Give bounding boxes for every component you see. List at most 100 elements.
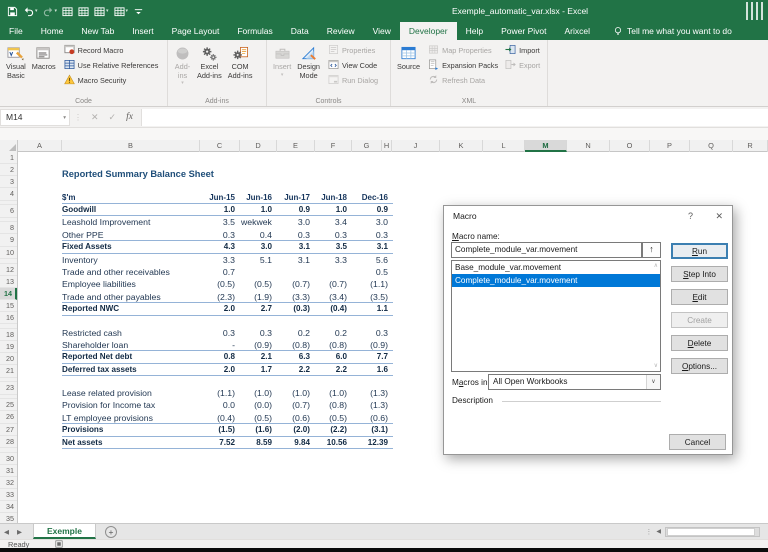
table-row-label[interactable]: Provisions bbox=[62, 424, 200, 435]
table-cell[interactable]: (1.1) bbox=[352, 278, 393, 290]
table-row-label[interactable]: Leashold Improvement bbox=[62, 216, 200, 228]
row-header-34[interactable]: 34 bbox=[0, 501, 17, 514]
ribbon-visual-basic-button[interactable]: Visual Basic bbox=[3, 42, 29, 95]
column-header-n[interactable]: N bbox=[567, 140, 610, 152]
table-cell[interactable]: 2.1 bbox=[240, 351, 277, 362]
name-box[interactable]: M14 ▾ bbox=[0, 108, 70, 126]
options-button[interactable]: Options... bbox=[671, 358, 728, 374]
table-cell[interactable]: (1.3) bbox=[352, 399, 393, 411]
menu-tab-page-layout[interactable]: Page Layout bbox=[163, 22, 229, 40]
ribbon-view-code-button[interactable]: View Code bbox=[328, 59, 378, 71]
macro-name-input[interactable]: Complete_module_var.movement bbox=[451, 242, 642, 258]
table-cell[interactable]: 3.0 bbox=[277, 216, 315, 228]
row-header-28[interactable]: 28 bbox=[0, 436, 17, 448]
row-header-19[interactable]: 19 bbox=[0, 341, 17, 354]
table-cell[interactable]: 1.6 bbox=[352, 364, 393, 375]
row-header-20[interactable]: 20 bbox=[0, 353, 17, 366]
table-row-label[interactable]: Trade and other receivables bbox=[62, 266, 200, 278]
table-column-header[interactable]: Dec-16 bbox=[352, 192, 393, 203]
table-cell[interactable]: (3.1) bbox=[352, 424, 393, 435]
table-cell[interactable]: (0.9) bbox=[240, 339, 277, 350]
table-row-net-assets[interactable]: Net assets 7.52 8.59 9.84 10.56 12.39 bbox=[62, 437, 393, 450]
table-cell[interactable]: 3.5 bbox=[200, 216, 240, 228]
table-row-reported-net-debt[interactable]: Reported Net debt 0.8 2.1 6.3 6.0 7.7 bbox=[62, 351, 393, 364]
step-into-button[interactable]: Step Into bbox=[671, 266, 728, 282]
table-cell[interactable]: 0.3 bbox=[200, 229, 240, 240]
table-cell[interactable] bbox=[315, 266, 352, 278]
table-cell[interactable]: 1.1 bbox=[352, 303, 393, 314]
table-row-shareholder-loan[interactable]: Shareholder loan - (0.9) (0.8) (0.8) (0.9) bbox=[62, 339, 393, 352]
table-row-leashold-improvement[interactable]: Leashold Improvement 3.5 wekwek 3.0 3.4 3.0 bbox=[62, 216, 393, 228]
table-cell[interactable]: 9.84 bbox=[277, 437, 315, 448]
table-row-fixed-assets[interactable]: Fixed Assets 4.3 3.0 3.1 3.5 3.1 bbox=[62, 241, 393, 254]
horizontal-scrollbar[interactable] bbox=[665, 526, 760, 537]
table-cell[interactable]: (2.2) bbox=[315, 424, 352, 435]
column-header-p[interactable]: P bbox=[650, 140, 690, 152]
table-cell[interactable]: 0.3 bbox=[352, 229, 393, 240]
table-cell[interactable]: (0.5) bbox=[200, 278, 240, 290]
sheet-nav-left-icon[interactable]: ◀ bbox=[0, 528, 13, 536]
menu-tab-power-pivot[interactable]: Power Pivot bbox=[492, 22, 555, 40]
column-header-f[interactable]: F bbox=[315, 140, 352, 152]
table-row-label[interactable]: Provision for Income tax bbox=[62, 399, 200, 411]
table-column-header[interactable]: Jun-17 bbox=[277, 192, 315, 203]
table-cell[interactable]: (0.8) bbox=[277, 339, 315, 350]
table-icon[interactable] bbox=[61, 3, 74, 19]
table-column-header[interactable]: Jun-15 bbox=[200, 192, 240, 203]
table-row-label[interactable]: Shareholder loan bbox=[62, 339, 200, 350]
table-cell[interactable]: 3.3 bbox=[315, 254, 352, 266]
column-header-q[interactable]: Q bbox=[690, 140, 733, 152]
row-header-9[interactable]: 9 bbox=[0, 234, 17, 247]
table-column-header[interactable]: Jun-18 bbox=[315, 192, 352, 203]
ribbon-source-button[interactable]: Source bbox=[394, 42, 423, 95]
menu-tab-new-tab[interactable]: New Tab bbox=[72, 22, 123, 40]
table-cell[interactable]: 0.0 bbox=[200, 399, 240, 411]
table-cell[interactable]: 8.59 bbox=[240, 437, 277, 448]
table-row-label[interactable]: Reported Net debt bbox=[62, 351, 200, 362]
table-cell[interactable]: (1.6) bbox=[240, 424, 277, 435]
ribbon-use-relative-references-button[interactable]: Use Relative References bbox=[64, 59, 158, 71]
select-all-corner[interactable] bbox=[0, 140, 18, 152]
table-cell[interactable]: 0.3 bbox=[352, 327, 393, 339]
hscroll-left-icon[interactable]: ◀ bbox=[656, 528, 661, 535]
table-cell[interactable]: 3.5 bbox=[315, 241, 352, 252]
table-row-label[interactable]: Fixed Assets bbox=[62, 241, 200, 252]
menu-tab-insert[interactable]: Insert bbox=[123, 22, 162, 40]
table-cell[interactable] bbox=[240, 266, 277, 278]
ribbon-run-dialog-button[interactable]: Run Dialog bbox=[328, 74, 378, 86]
sheet-tab-exemple[interactable]: Exemple bbox=[33, 524, 96, 539]
insert-function-icon[interactable]: fx bbox=[121, 112, 138, 122]
table-row-trade-and-other-receivables[interactable]: Trade and other receivables 0.7 0.5 bbox=[62, 266, 393, 278]
table-row-restricted-cash[interactable]: Restricted cash 0.3 0.3 0.2 0.2 0.3 bbox=[62, 327, 393, 339]
new-sheet-button[interactable]: + bbox=[104, 525, 117, 538]
column-header-e[interactable]: E bbox=[277, 140, 315, 152]
table-cell[interactable]: 3.1 bbox=[277, 254, 315, 266]
table-row-label[interactable]: Restricted cash bbox=[62, 327, 200, 339]
row-header-6[interactable]: 6 bbox=[0, 205, 17, 218]
column-header-r[interactable]: R bbox=[733, 140, 768, 152]
edit-button[interactable]: Edit bbox=[671, 289, 728, 305]
table-row-provision-for-income-tax[interactable]: Provision for Income tax 0.0 (0.0) (0.7) (0.… bbox=[62, 399, 393, 411]
macro-list-item[interactable]: Complete_module_var.movement bbox=[452, 274, 660, 287]
table-cell[interactable]: 3.4 bbox=[315, 216, 352, 228]
list-scroll-up-icon[interactable]: ∧ bbox=[654, 263, 658, 269]
column-header-d[interactable]: D bbox=[240, 140, 277, 152]
dialog-close-button[interactable]: ✕ bbox=[715, 206, 723, 226]
table-row-deferred-tax-assets[interactable]: Deferred tax assets 2.0 1.7 2.2 2.2 1.6 bbox=[62, 364, 393, 377]
table-cell[interactable]: 2.0 bbox=[200, 303, 240, 314]
menu-tab-view[interactable]: View bbox=[364, 22, 400, 40]
column-header-a[interactable]: A bbox=[18, 140, 62, 152]
table-icon[interactable]: ▾ bbox=[113, 3, 130, 19]
confirm-entry-icon[interactable]: ✓ bbox=[104, 112, 122, 123]
ribbon-expansion-packs-button[interactable]: Expansion Packs bbox=[428, 59, 498, 71]
table-cell[interactable]: 6.0 bbox=[315, 351, 352, 362]
table-cell[interactable]: 1.7 bbox=[240, 364, 277, 375]
column-header-j[interactable]: J bbox=[392, 140, 440, 152]
cancel-button[interactable]: Cancel bbox=[669, 434, 726, 450]
table-row-label[interactable]: Goodwill bbox=[62, 204, 200, 215]
table-cell[interactable] bbox=[277, 266, 315, 278]
table-cell[interactable]: (3.3) bbox=[277, 291, 315, 302]
table-cell[interactable]: (0.7) bbox=[315, 278, 352, 290]
table-cell[interactable]: 0.9 bbox=[277, 204, 315, 215]
column-header-l[interactable]: L bbox=[483, 140, 525, 152]
